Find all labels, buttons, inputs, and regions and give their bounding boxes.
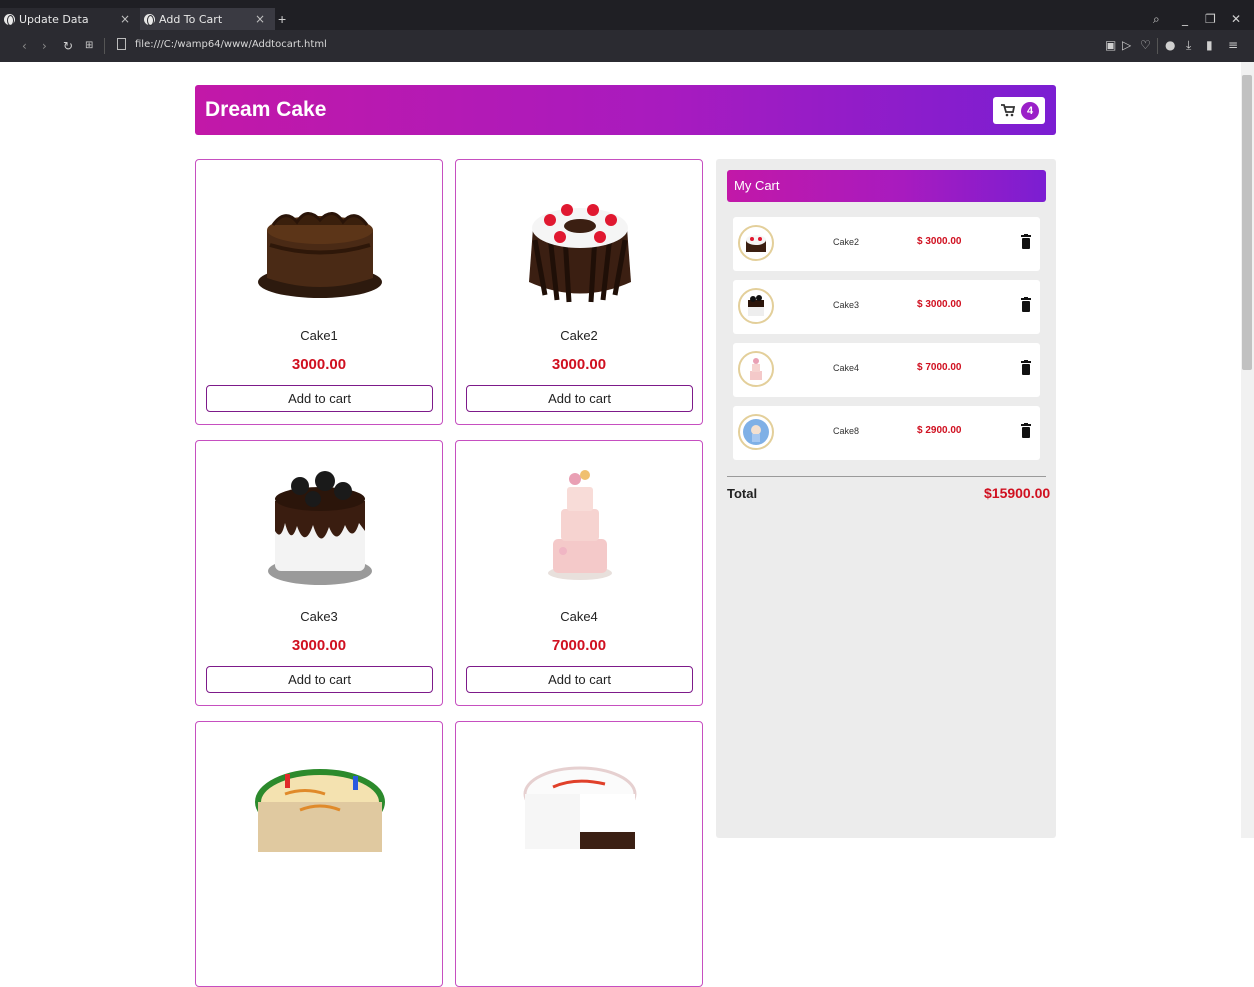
cart-item-price: $ 2900.00 xyxy=(917,425,962,436)
apps-icon[interactable]: ⊞ xyxy=(85,40,93,51)
cart-item: Cake4 $ 7000.00 xyxy=(733,343,1040,397)
cart-count-badge: 4 xyxy=(1021,102,1039,120)
product-price: 3000.00 xyxy=(291,637,347,654)
trash-icon[interactable] xyxy=(1021,297,1031,312)
globe-icon xyxy=(144,13,155,26)
product-name: Cake3 xyxy=(300,609,338,624)
cart-item-thumbnail xyxy=(738,288,774,324)
cart-item-name: Cake4 xyxy=(833,363,860,373)
cart-divider xyxy=(727,476,1046,477)
product-name: Cake2 xyxy=(560,328,598,343)
cake-image xyxy=(529,204,631,303)
battery-icon[interactable]: ▮ xyxy=(1206,38,1213,52)
cart-item-price: $ 3000.00 xyxy=(917,299,962,310)
product-name: Cake1 xyxy=(300,328,338,343)
send-icon[interactable]: ▷ xyxy=(1122,38,1131,52)
page-icon xyxy=(117,38,126,50)
cart-icon xyxy=(1001,104,1015,117)
cart-item-price: $ 3000.00 xyxy=(917,236,962,247)
add-to-cart-button[interactable]: Add to cart xyxy=(466,666,693,693)
cake-image xyxy=(255,769,385,852)
cart-item: Cake3 $ 3000.00 xyxy=(733,280,1040,334)
tab-close-icon[interactable]: × xyxy=(255,12,265,26)
address-bar: ‹ › ↻ ⊞ file:///C:/wamp64/www/Addtocart.… xyxy=(0,30,1254,62)
add-to-cart-button[interactable]: Add to cart xyxy=(206,666,433,693)
minimize-icon[interactable]: _ xyxy=(1182,8,1188,30)
browser-top-bar xyxy=(0,0,1254,8)
divider xyxy=(104,38,105,54)
cake-image xyxy=(523,766,637,849)
globe-icon xyxy=(4,13,15,26)
reload-icon[interactable]: ↻ xyxy=(63,39,73,53)
cake-image xyxy=(268,471,372,585)
tab-label: Add To Cart xyxy=(159,12,223,26)
restore-icon[interactable]: ❐ xyxy=(1205,8,1216,30)
product-price: 7000.00 xyxy=(551,637,607,654)
divider xyxy=(1157,38,1158,54)
forward-icon[interactable]: › xyxy=(42,39,47,53)
browser-tab-bar: Update Data × Add To Cart × + ⌕ _ ❐ ✕ xyxy=(0,8,1254,30)
site-header: Dream Cake 4 xyxy=(195,85,1056,135)
cart-item-name: Cake8 xyxy=(833,426,860,436)
new-tab-button[interactable]: + xyxy=(278,8,286,30)
cake-image xyxy=(548,470,612,580)
trash-icon[interactable] xyxy=(1021,234,1031,249)
product-name: Cake4 xyxy=(560,609,598,624)
product-price: 3000.00 xyxy=(291,356,347,373)
tab-add-to-cart[interactable]: Add To Cart × xyxy=(140,8,275,30)
back-icon[interactable]: ‹ xyxy=(22,39,27,53)
cart-item-name: Cake2 xyxy=(833,237,860,247)
cart-item-name: Cake3 xyxy=(833,300,860,310)
product-card xyxy=(195,721,443,987)
product-card: Cake2 3000.00 Add to cart xyxy=(455,159,703,425)
product-card xyxy=(455,721,703,987)
trash-icon[interactable] xyxy=(1021,423,1031,438)
cart-item: Cake8 $ 2900.00 xyxy=(733,406,1040,460)
close-window-icon[interactable]: ✕ xyxy=(1231,8,1241,30)
tab-close-icon[interactable]: × xyxy=(120,12,130,26)
heart-icon[interactable]: ♡ xyxy=(1140,38,1151,52)
profile-icon[interactable]: ● xyxy=(1165,38,1175,52)
cart-total-value: $15900.00 xyxy=(984,485,1051,501)
add-to-cart-button[interactable]: Add to cart xyxy=(466,385,693,412)
cart-button[interactable]: 4 xyxy=(993,97,1045,124)
cart-item-thumbnail xyxy=(738,225,774,261)
cart-title: My Cart xyxy=(727,170,1046,202)
brand-title: Dream Cake xyxy=(205,98,327,121)
url-field[interactable]: file:///C:/wamp64/www/Addtocart.html xyxy=(135,39,327,50)
cart-item-thumbnail xyxy=(738,351,774,387)
cart-item-price: $ 7000.00 xyxy=(917,362,962,373)
cart-total-label: Total xyxy=(727,486,758,501)
product-price: 3000.00 xyxy=(551,356,607,373)
product-card: Cake1 3000.00 Add to cart xyxy=(195,159,443,425)
search-icon[interactable]: ⌕ xyxy=(1153,8,1160,30)
cart-item: Cake2 $ 3000.00 xyxy=(733,217,1040,271)
product-card: Cake3 3000.00 Add to cart xyxy=(195,440,443,706)
cake-image xyxy=(258,212,382,298)
menu-icon[interactable]: ≡ xyxy=(1228,38,1238,52)
download-icon[interactable]: ⤓ xyxy=(1186,38,1191,53)
tab-update-data[interactable]: Update Data × xyxy=(0,8,140,30)
tab-label: Update Data xyxy=(19,12,89,26)
product-card: Cake4 7000.00 Add to cart xyxy=(455,440,703,706)
cart-item-thumbnail xyxy=(738,414,774,450)
scrollbar-thumb[interactable] xyxy=(1242,75,1252,370)
cart-panel: My Cart Cake2 $ 3000.00 Cake3 $ 3000.00 … xyxy=(716,159,1056,838)
screenshot-icon[interactable]: ▣ xyxy=(1105,38,1116,52)
add-to-cart-button[interactable]: Add to cart xyxy=(206,385,433,412)
trash-icon[interactable] xyxy=(1021,360,1031,375)
